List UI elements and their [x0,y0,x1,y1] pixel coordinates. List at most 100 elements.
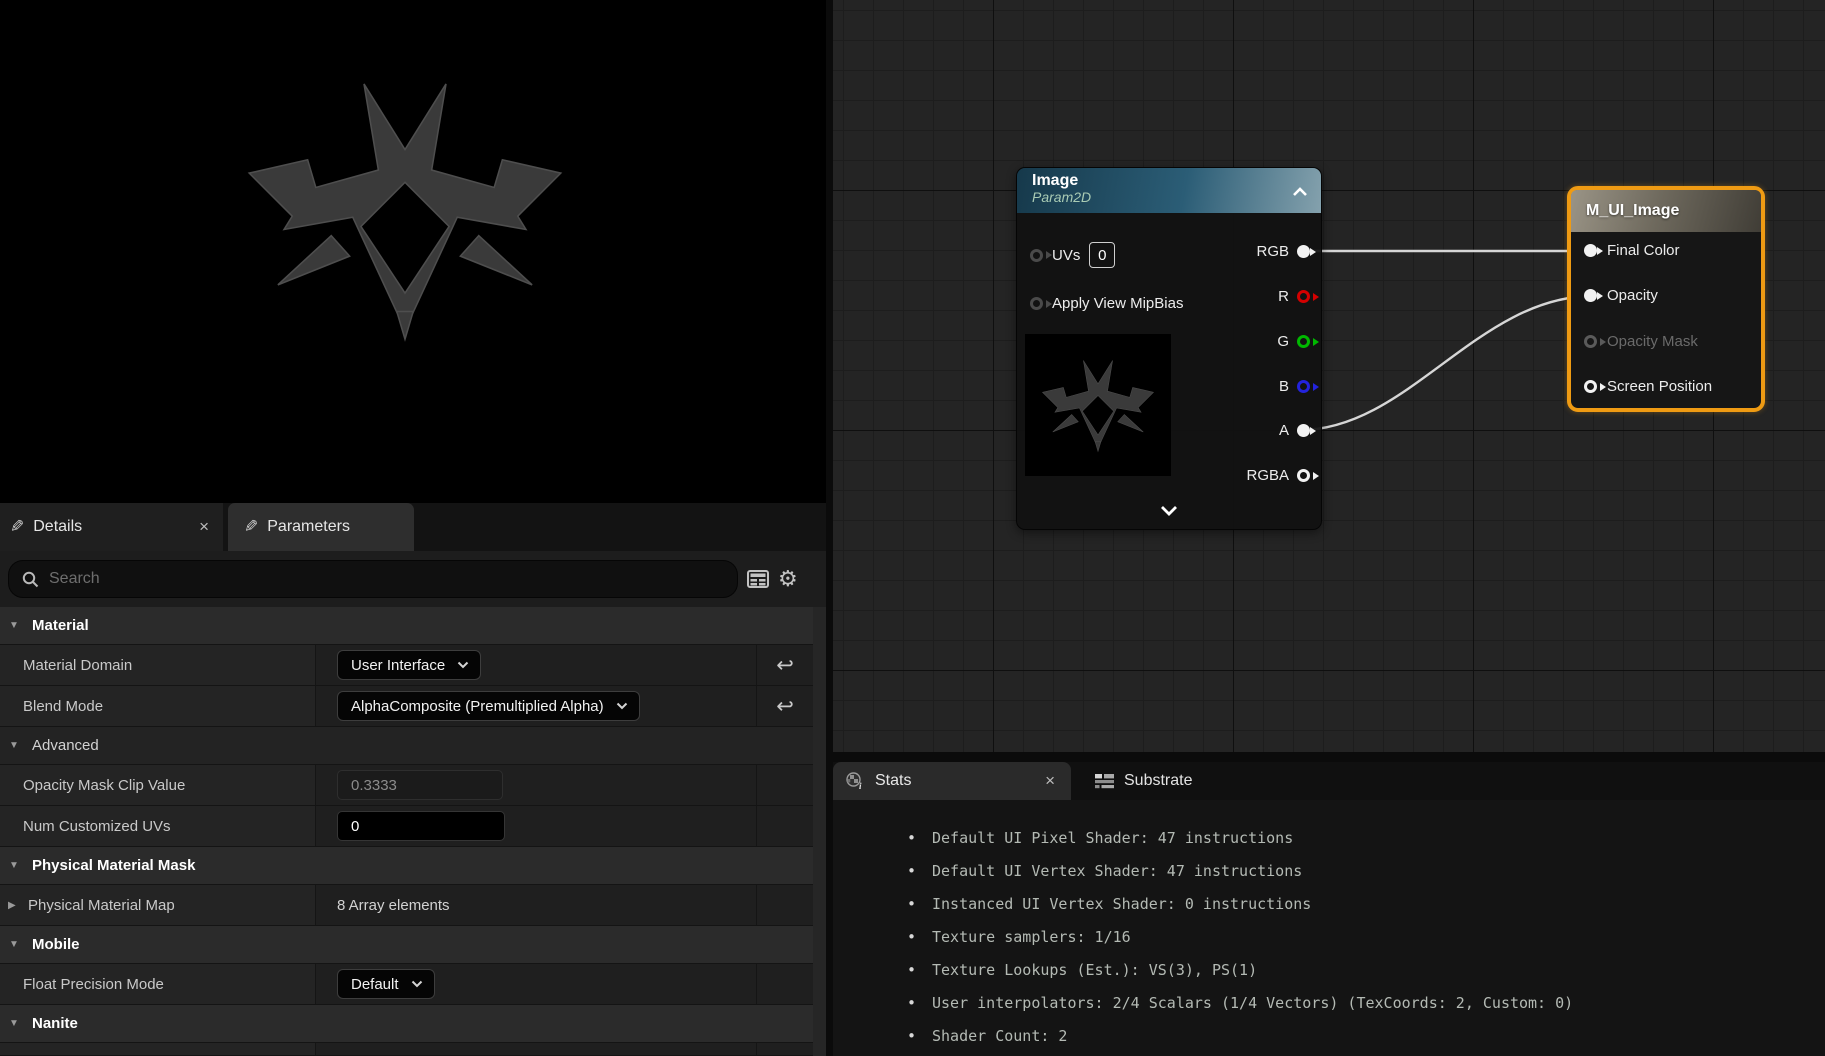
screen-position-input-pin[interactable] [1584,380,1597,393]
pin-screen-position: Screen Position [1584,378,1712,395]
stats-sphere-icon: i [845,772,865,790]
uvs-value-box[interactable]: 0 [1089,242,1115,268]
details-property-grid: ▼ Material Material Domain User Interfac… [0,607,813,1056]
svg-text:i: i [859,781,862,790]
image-node-subtitle: Param2D [1032,189,1309,205]
stats-content: Default UI Pixel Shader: 47 instructions… [833,800,1825,1056]
section-nanite-label: Nanite [32,1015,78,1032]
rgba-output-pin[interactable] [1297,469,1310,482]
search-row: ⚙ [0,551,826,607]
reset-to-default-icon[interactable]: ↩ [776,653,794,678]
tab-details[interactable]: ✎ Details × [0,503,223,551]
material-result-node[interactable]: M_UI_Image Final Color Opacity Opacity M… [1567,186,1765,412]
chevron-down-icon: ▼ [9,1018,21,1029]
tab-substrate[interactable]: Substrate [1077,762,1210,800]
expand-node-icon[interactable] [1160,503,1178,521]
stat-line: Instanced UI Vertex Shader: 0 instructio… [905,888,1825,921]
section-mobile-label: Mobile [32,936,80,953]
section-nanite[interactable]: ▼ Nanite [0,1005,813,1043]
search-input[interactable] [49,570,724,588]
float-precision-mode-label: Float Precision Mode [0,964,316,1004]
image-node-header[interactable]: Image Param2D [1017,168,1321,213]
close-tab-icon[interactable]: × [1041,771,1059,791]
final-color-label: Final Color [1607,242,1680,259]
chevron-down-icon: ▼ [9,939,21,950]
r-output-pin[interactable] [1297,290,1310,303]
mipbias-label: Apply View MipBias [1052,295,1183,312]
chevron-down-icon [457,661,469,669]
tab-substrate-label: Substrate [1124,772,1192,790]
row-partial [0,1043,813,1056]
section-physical-material-mask-label: Physical Material Mask [32,857,195,874]
pencil-icon: ✎ [10,517,24,537]
chevron-down-icon [411,980,423,988]
output-rgba-label: RGBA [1246,467,1289,484]
float-precision-mode-dropdown[interactable]: Default [337,969,435,999]
output-r-label: R [1278,288,1289,305]
panel-divider[interactable] [826,0,833,1056]
final-color-input-pin[interactable] [1584,244,1597,257]
stat-line: Default UI Pixel Shader: 47 instructions [905,822,1825,855]
pencil-icon: ✎ [244,517,258,537]
section-material-label: Material [32,617,89,634]
uvs-label: UVs [1052,247,1080,264]
table-view-icon[interactable] [747,570,769,588]
b-output-pin[interactable] [1297,380,1310,393]
details-tabbar: ✎ Details × ✎ Parameters [0,503,826,551]
result-node-header[interactable]: M_UI_Image [1571,190,1761,232]
chevron-right-icon[interactable]: ▶ [8,900,20,911]
material-preview-viewport[interactable] [0,0,826,503]
output-g-label: G [1277,333,1289,350]
settings-gear-icon[interactable]: ⚙ [778,568,798,590]
details-scrollbar-track[interactable] [813,607,826,1056]
reset-to-default-icon[interactable]: ↩ [776,694,794,719]
output-rgb-label: RGB [1256,243,1289,260]
stats-panel-divider[interactable] [833,752,1825,762]
a-output-pin[interactable] [1297,424,1310,437]
output-b-label: B [1279,378,1289,395]
output-rgb: RGB [1256,243,1310,260]
rgb-output-pin[interactable] [1297,245,1310,258]
section-mobile[interactable]: ▼ Mobile [0,926,813,964]
tab-parameters[interactable]: ✎ Parameters [228,503,414,551]
section-advanced[interactable]: ▼ Advanced [0,727,813,765]
tab-stats[interactable]: i Stats × [833,762,1071,800]
opacity-label: Opacity [1607,287,1658,304]
stats-tabbar: i Stats × Substrate [833,762,1825,800]
blend-mode-dropdown[interactable]: AlphaComposite (Premultiplied Alpha) [337,691,640,721]
row-float-precision-mode: Float Precision Mode Default [0,964,813,1005]
output-r: R [1278,288,1310,305]
chevron-down-icon [616,702,628,710]
search-icon [22,571,39,588]
section-physical-material-mask[interactable]: ▼ Physical Material Mask [0,847,813,885]
output-g: G [1277,333,1310,350]
mipbias-input-pin[interactable] [1030,297,1043,310]
row-material-domain: Material Domain User Interface ↩ [0,645,813,686]
g-output-pin[interactable] [1297,335,1310,348]
row-physical-material-map: ▶ Physical Material Map 8 Array elements [0,885,813,926]
tab-stats-label: Stats [875,772,1031,790]
close-tab-icon[interactable]: × [195,517,213,537]
output-a: A [1279,422,1310,439]
image-node-title: Image [1032,172,1309,190]
screen-position-label: Screen Position [1607,378,1712,395]
physical-material-map-value: 8 Array elements [337,897,450,914]
uvs-input-pin[interactable] [1030,249,1043,262]
left-panel: ✎ Details × ✎ Parameters ⚙ ▼ [0,0,826,1056]
physical-material-map-label: Physical Material Map [28,897,175,914]
pin-opacity-mask: Opacity Mask [1584,333,1698,350]
graph-area: Image Param2D UVs 0 Apply View MipBias [833,0,1825,1056]
stat-line: Default UI Vertex Shader: 47 instruction… [905,855,1825,888]
collapse-node-icon[interactable] [1292,184,1308,202]
image-param2d-node[interactable]: Image Param2D UVs 0 Apply View MipBias [1016,167,1322,530]
pin-final-color: Final Color [1584,242,1680,259]
substrate-list-icon [1095,774,1114,789]
opacity-input-pin[interactable] [1584,289,1597,302]
chevron-down-icon: ▼ [9,620,21,631]
stats-list: Default UI Pixel Shader: 47 instructions… [905,822,1825,1053]
blend-mode-value: AlphaComposite (Premultiplied Alpha) [351,698,604,715]
search-box[interactable] [8,560,738,598]
section-material[interactable]: ▼ Material [0,607,813,645]
num-customized-uvs-input[interactable]: 0 [337,811,505,841]
material-domain-dropdown[interactable]: User Interface [337,650,481,680]
